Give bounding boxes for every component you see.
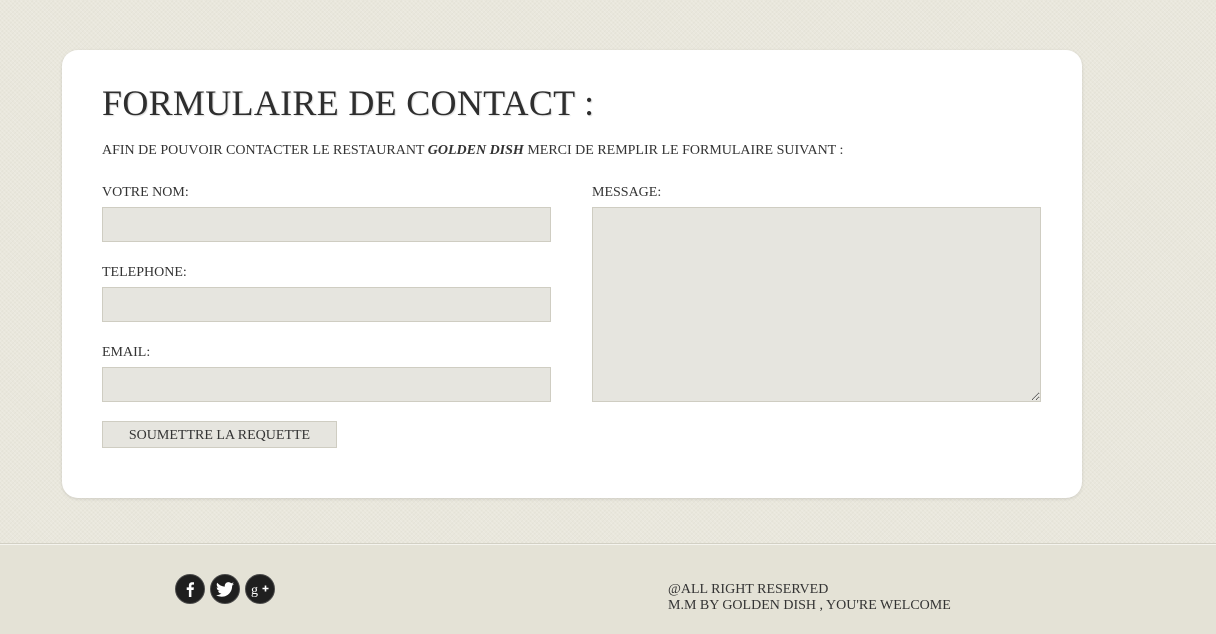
intro-text-start: AFIN DE POUVOIR CONTACTER LE RESTAURANT bbox=[102, 143, 428, 158]
credit-text: M.M BY GOLDEN DISH , YOU'RE WELCOME bbox=[668, 598, 951, 613]
google-plus-icon[interactable]: g bbox=[245, 574, 275, 604]
facebook-icon[interactable] bbox=[175, 574, 205, 604]
svg-text:g: g bbox=[251, 583, 258, 597]
email-label: EMAIL: bbox=[102, 345, 151, 360]
social-links: g bbox=[175, 574, 275, 604]
phone-label: TELEPHONE: bbox=[102, 265, 187, 280]
message-label: MESSAGE: bbox=[592, 185, 662, 200]
email-field[interactable] bbox=[102, 367, 551, 402]
form-intro: AFIN DE POUVOIR CONTACTER LE RESTAURANT … bbox=[102, 143, 843, 159]
message-field[interactable] bbox=[592, 207, 1041, 402]
copyright-text: @ALL RIGHT RESERVED bbox=[668, 582, 829, 597]
name-field[interactable] bbox=[102, 207, 551, 242]
footer-copyright: @ALL RIGHT RESERVED M.M BY GOLDEN DISH ,… bbox=[668, 582, 951, 614]
intro-text-end: MERCI DE REMPLIR LE FORMULAIRE SUIVANT : bbox=[523, 143, 844, 158]
footer: g @ALL RIGHT RESERVED M.M BY GOLDEN DISH… bbox=[0, 543, 1216, 634]
name-label: VOTRE NOM: bbox=[102, 185, 189, 200]
page-title: FORMULAIRE DE CONTACT : bbox=[102, 83, 595, 123]
phone-field[interactable] bbox=[102, 287, 551, 322]
submit-button[interactable]: SOUMETTRE LA REQUETTE bbox=[102, 421, 337, 448]
contact-form-card: FORMULAIRE DE CONTACT : AFIN DE POUVOIR … bbox=[62, 50, 1082, 498]
restaurant-name: GOLDEN DISH bbox=[427, 143, 524, 158]
twitter-icon[interactable] bbox=[210, 574, 240, 604]
